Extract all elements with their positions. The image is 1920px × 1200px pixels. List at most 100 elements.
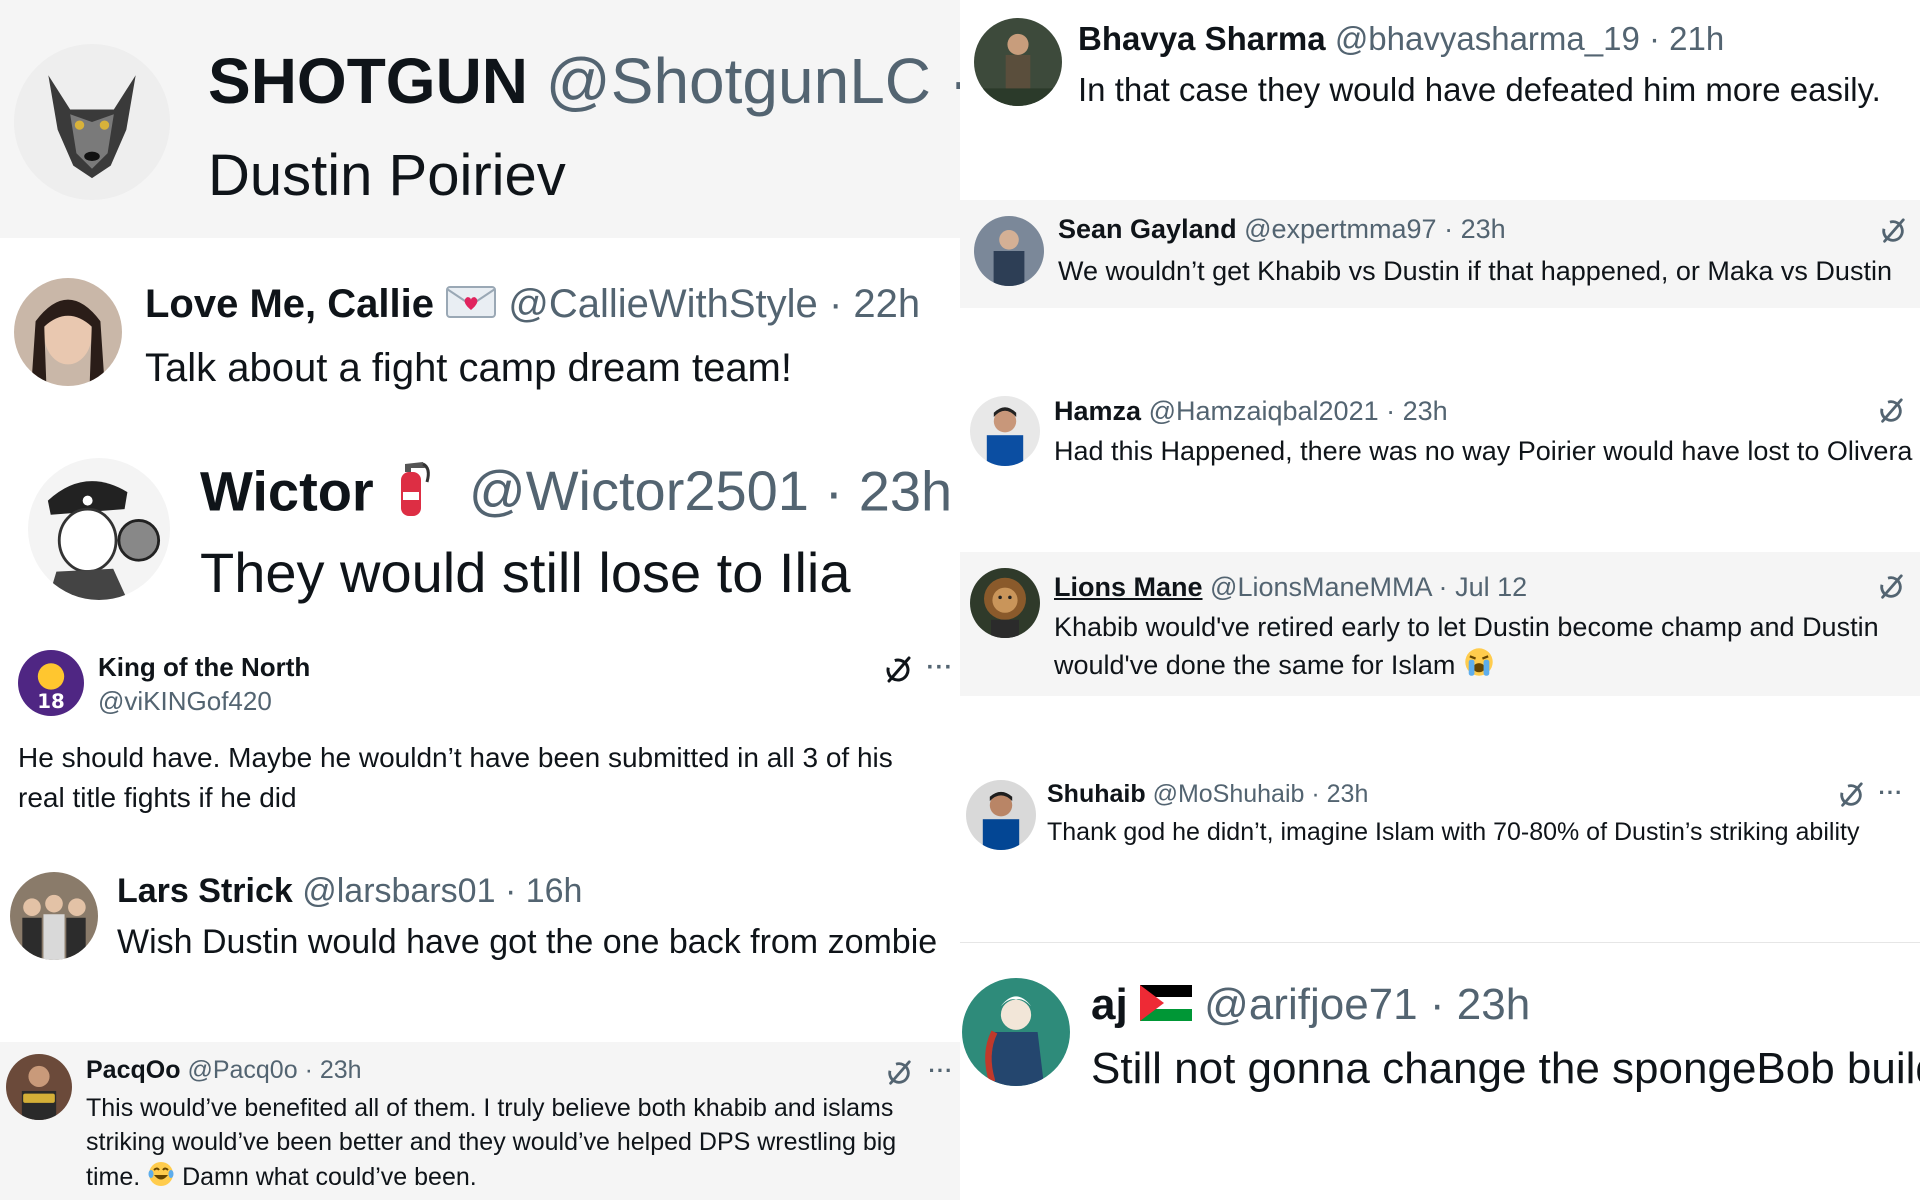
post-text: Thank god he didn’t, imagine Islam with … xyxy=(1047,818,1860,846)
more-options-icon[interactable]: ··· xyxy=(924,1054,958,1088)
champion-avatar-image xyxy=(6,1054,72,1120)
post-text: They would still lose to Ilia xyxy=(200,541,851,604)
post-card-callie[interactable]: Love Me, Callie @CallieWithStyle · 22h T… xyxy=(0,262,960,412)
timestamp[interactable]: 21h xyxy=(1669,20,1724,57)
post-text-fragment: would've done the same for Islam xyxy=(1054,649,1456,680)
timestamp[interactable]: Jul 12 xyxy=(1455,572,1527,602)
author-handle[interactable]: @CallieWithStyle xyxy=(508,282,818,326)
author-name[interactable]: Love Me, Callie xyxy=(145,282,434,326)
avatar[interactable] xyxy=(10,872,98,960)
avatar[interactable] xyxy=(966,780,1036,850)
separator: · xyxy=(1311,780,1320,808)
author-name[interactable]: Shuhaib xyxy=(1047,780,1146,808)
post-text-line: real title fights if he did xyxy=(18,782,297,813)
author-handle[interactable]: @Pacq0o xyxy=(187,1056,297,1084)
post-card-shuhaib[interactable]: Shuhaib @MoShuhaib · 23h ··· Thank god h… xyxy=(960,758,1920,876)
post-text: We wouldn’t get Khabib vs Dustin if that… xyxy=(1058,256,1892,286)
timestamp[interactable]: 23h xyxy=(1457,980,1530,1029)
lion-avatar-image xyxy=(970,568,1040,638)
separator: · xyxy=(1444,214,1454,244)
timestamp[interactable]: 16h xyxy=(526,872,583,910)
separator: · xyxy=(504,872,517,910)
author-name[interactable]: Lions Mane xyxy=(1054,572,1203,602)
post-text-line: This would’ve benefited all of them. I t… xyxy=(86,1094,894,1122)
post-card-lions-mane[interactable]: Lions Mane @LionsManeMMA · Jul 12 Khabib… xyxy=(960,552,1920,696)
timestamp[interactable]: 23h xyxy=(1461,214,1506,244)
author-name[interactable]: Bhavya Sharma xyxy=(1078,20,1326,57)
post-header: Love Me, Callie @CallieWithStyle · 22h xyxy=(145,282,920,329)
laughing-tears-emoji-icon xyxy=(147,1160,175,1197)
divider xyxy=(960,942,1920,943)
author-handle[interactable]: @ShotgunLC xyxy=(546,45,931,117)
author-name[interactable]: Wictor xyxy=(200,459,374,522)
love-letter-emoji-icon xyxy=(445,283,497,329)
post-card-pacqoo[interactable]: PacqOo @Pacq0o · 23h ··· This would’ve b… xyxy=(0,1042,960,1200)
hamza-avatar-image xyxy=(970,396,1040,466)
timestamp[interactable]: 23h xyxy=(859,459,952,522)
author-name[interactable]: Hamza xyxy=(1054,396,1141,426)
avatar[interactable] xyxy=(970,396,1040,466)
avatar[interactable] xyxy=(6,1054,72,1120)
avatar[interactable] xyxy=(14,44,170,200)
author-handle[interactable]: @expertmma97 xyxy=(1244,214,1436,244)
post-card-bhavya-sharma[interactable]: Bhavya Sharma @bhavyasharma_19 · 21h In … xyxy=(960,0,1920,200)
post-header: Lars Strick @larsbars01 · 16h xyxy=(117,872,582,911)
post-header: Shuhaib @MoShuhaib · 23h xyxy=(1047,780,1368,809)
author-handle[interactable]: @MoShuhaib xyxy=(1153,780,1305,808)
avatar[interactable]: 18 xyxy=(18,650,84,716)
more-options-icon[interactable]: ··· xyxy=(922,650,958,686)
author-name[interactable]: Lars Strick xyxy=(117,872,293,910)
post-card-sean-gayland[interactable]: Sean Gayland @expertmma97 · 23h We would… xyxy=(960,200,1920,308)
avatar[interactable] xyxy=(962,978,1070,1086)
author-handle[interactable]: @viKINGof420 xyxy=(98,686,272,717)
author-name[interactable]: Sean Gayland xyxy=(1058,214,1237,244)
author-handle[interactable]: @larsbars01 xyxy=(302,872,495,910)
post-text-fragment: Damn what could’ve been. xyxy=(182,1163,477,1192)
author-handle[interactable]: @Wictor2501 xyxy=(469,459,809,522)
post-card-king-of-the-north[interactable]: 18 King of the North @viKINGof420 ··· He… xyxy=(0,640,960,830)
post-text: Still not gonna change the spongeBob bui… xyxy=(1091,1044,1920,1093)
timestamp[interactable]: 22h xyxy=(853,282,920,326)
grok-icon[interactable] xyxy=(880,652,916,688)
author-handle[interactable]: @bhavyasharma_19 xyxy=(1335,20,1640,57)
author-handle[interactable]: @LionsManeMMA xyxy=(1210,572,1431,602)
grok-icon[interactable] xyxy=(1834,778,1868,812)
group-photo-avatar-image xyxy=(10,872,98,960)
grok-icon[interactable] xyxy=(1874,394,1908,428)
post-card-hamza[interactable]: Hamza @Hamzaiqbal2021 · 23h Had this Hap… xyxy=(960,380,1920,490)
avatar[interactable] xyxy=(28,458,170,600)
post-text-fragment: time. xyxy=(86,1163,141,1192)
post-text: Talk about a fight camp dream team! xyxy=(145,346,792,390)
post-card-aj[interactable]: aj @arifjoe71 · 23h Still not gonna chan… xyxy=(960,964,1920,1114)
grok-icon[interactable] xyxy=(882,1056,916,1090)
post-text-line: would've done the same for Islam xyxy=(1054,646,1495,688)
author-handle[interactable]: @Hamzaiqbal2021 xyxy=(1149,396,1379,426)
timestamp[interactable]: 23h xyxy=(320,1056,362,1084)
separator: · xyxy=(1649,20,1660,57)
author-name[interactable]: SHOTGUN xyxy=(208,45,528,117)
post-card-wictor[interactable]: Wictor @Wictor2501 · 23h They would stil… xyxy=(0,440,960,610)
grok-icon[interactable] xyxy=(1874,570,1908,604)
author-name[interactable]: PacqOo xyxy=(86,1056,180,1084)
post-text: Dustin Poiriev xyxy=(208,143,566,208)
post-header: SHOTGUN @ShotgunLC · J xyxy=(208,44,960,118)
timestamp[interactable]: 23h xyxy=(1403,396,1448,426)
post-text: Had this Happened, there was no way Poir… xyxy=(1054,436,1913,466)
palestine-flag-emoji-icon xyxy=(1139,982,1192,1032)
svg-text:18: 18 xyxy=(37,690,65,713)
more-options-icon[interactable]: ··· xyxy=(1874,776,1908,810)
grok-icon[interactable] xyxy=(1876,214,1910,248)
fire-extinguisher-emoji-icon xyxy=(389,458,433,533)
author-name[interactable]: aj xyxy=(1091,980,1128,1029)
post-card-lars-strick[interactable]: Lars Strick @larsbars01 · 16h Wish Dusti… xyxy=(0,862,960,972)
shuhaib-avatar-image xyxy=(966,780,1036,850)
post-card-shotgun[interactable]: SHOTGUN @ShotgunLC · J Dustin Poiriev xyxy=(0,0,960,238)
timestamp[interactable]: 23h xyxy=(1327,780,1369,808)
author-handle[interactable]: @arifjoe71 xyxy=(1204,980,1417,1029)
avatar[interactable] xyxy=(974,18,1062,106)
avatar[interactable] xyxy=(14,278,122,386)
avatar[interactable] xyxy=(970,568,1040,638)
post-header: Bhavya Sharma @bhavyasharma_19 · 21h xyxy=(1078,20,1724,58)
avatar[interactable] xyxy=(974,216,1044,286)
author-name[interactable]: King of the North xyxy=(98,652,310,683)
